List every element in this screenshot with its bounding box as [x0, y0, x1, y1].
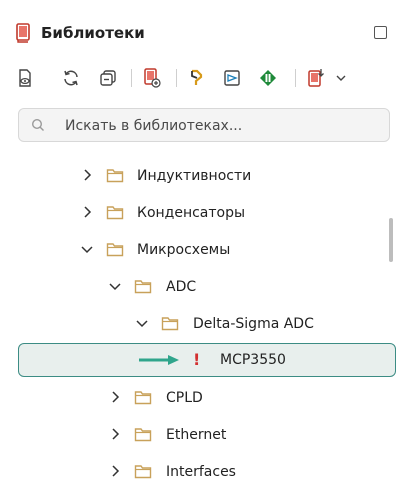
chevron-right-icon[interactable]	[108, 390, 122, 404]
tree-item-delta-sigma-adc[interactable]: Delta-Sigma ADC	[0, 306, 399, 342]
tree-item-mcp3550[interactable]: ! MCP3550	[18, 343, 396, 377]
libraries-panel: Библиотеки Искать в библиотеках... Индук…	[0, 0, 399, 493]
folder-icon	[106, 169, 124, 183]
tree-item-cpld[interactable]: CPLD	[0, 380, 399, 416]
tree-item-label: Индуктивности	[137, 168, 252, 184]
folder-icon	[106, 243, 124, 257]
maximize-panel-button[interactable]	[374, 26, 387, 39]
eye-doc-icon[interactable]	[15, 66, 35, 90]
arrow-right-icon	[139, 355, 179, 365]
toolbar-separator	[295, 69, 296, 87]
tree-item-label: Конденсаторы	[137, 205, 246, 221]
search-input[interactable]	[63, 115, 377, 137]
tree-item-label: Interfaces	[166, 464, 236, 480]
collapse-all-icon[interactable]	[98, 66, 118, 90]
folder-icon	[134, 428, 152, 442]
tree-item-label: Микросхемы	[137, 242, 231, 258]
tree-item-label: CPLD	[166, 390, 203, 406]
component-icon[interactable]	[186, 66, 206, 90]
chevron-right-icon[interactable]	[108, 427, 122, 441]
chevron-down-icon[interactable]	[331, 66, 351, 90]
footprint-icon[interactable]	[258, 66, 278, 90]
tree-item-label: ADC	[166, 279, 197, 295]
add-library-icon[interactable]	[142, 66, 162, 90]
chevron-right-icon[interactable]	[80, 168, 94, 182]
folder-icon	[134, 391, 152, 405]
chevron-down-icon[interactable]	[108, 279, 122, 293]
chevron-right-icon[interactable]	[80, 205, 94, 219]
chevron-down-icon[interactable]	[135, 316, 149, 330]
warning-icon: !	[193, 350, 201, 369]
toolbar-separator	[131, 69, 132, 87]
folder-icon	[106, 206, 124, 220]
toolbar	[0, 66, 399, 90]
tree-item-label: Delta-Sigma ADC	[193, 316, 314, 332]
folder-icon	[134, 280, 152, 294]
folder-icon	[161, 317, 179, 331]
tree-item-ethernet[interactable]: Ethernet	[0, 417, 399, 453]
panel-title: Библиотеки	[41, 24, 145, 42]
tree-item-adc[interactable]: ADC	[0, 269, 399, 305]
library-book-icon	[16, 23, 30, 43]
toolbar-separator	[176, 69, 177, 87]
chevron-down-icon[interactable]	[80, 242, 94, 256]
tree-item-capacitors[interactable]: Конденсаторы	[0, 195, 399, 231]
tree-item-interfaces[interactable]: Interfaces	[0, 454, 399, 490]
symbol-icon[interactable]	[222, 66, 242, 90]
tree-item-inductors[interactable]: Индуктивности	[0, 158, 399, 194]
search-icon	[31, 118, 44, 131]
chevron-right-icon[interactable]	[108, 464, 122, 478]
import-icon[interactable]	[306, 66, 326, 90]
refresh-icon[interactable]	[61, 66, 81, 90]
tree-item-label: Ethernet	[166, 427, 227, 443]
tree-item-microchips[interactable]: Микросхемы	[0, 232, 399, 268]
search-box[interactable]	[18, 108, 390, 142]
tree-item-label: MCP3550	[220, 352, 286, 368]
folder-icon	[134, 465, 152, 479]
